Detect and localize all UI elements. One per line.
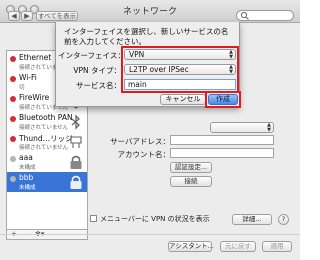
apply-button[interactable]: 適用 <box>262 241 292 252</box>
vpn-type-label: VPN タイプ： <box>73 66 121 75</box>
revert-button[interactable]: 元に戻す <box>220 241 256 252</box>
sheet-message: インターフェイスを選択し、新しいサービスの名前を入力してください。 <box>64 27 229 46</box>
annotation-highlight-create <box>205 91 241 108</box>
status-dot <box>10 96 16 102</box>
connect-button[interactable]: 接続 <box>170 176 212 187</box>
forward-button[interactable]: ▶ <box>21 11 33 21</box>
service-name: aaa <box>19 153 33 162</box>
status-dot <box>10 156 16 162</box>
cancel-button[interactable]: キャンセル <box>160 94 206 105</box>
account-name-field[interactable] <box>170 148 274 158</box>
service-status: 未構成 <box>19 165 36 171</box>
authentication-settings-button[interactable]: 認証設定... <box>170 162 212 173</box>
service-item-aaa[interactable]: aaa 未構成 <box>7 152 87 172</box>
interface-label: インターフェイス： <box>58 51 125 60</box>
show-all-button[interactable]: すべてを表示 <box>36 11 78 21</box>
status-dot <box>10 176 16 182</box>
bottom-separator <box>0 234 300 235</box>
annotation-highlight-fields <box>121 46 239 93</box>
show-vpn-menubar-checkbox[interactable] <box>90 215 97 222</box>
account-name-label: アカウント名： <box>117 150 171 159</box>
service-item-bluetooth-pan[interactable]: Bluetooth PAN 接続されていません <box>7 112 87 132</box>
search-icon <box>240 11 249 20</box>
search-input[interactable] <box>236 10 294 21</box>
service-list-toolbar: + – ✻▾ <box>6 230 88 240</box>
service-status: 未構成 <box>19 185 36 191</box>
service-name: Bluetooth PAN <box>19 113 73 122</box>
service-status: 接続されていません <box>19 145 69 151</box>
vpn-lock-icon <box>70 155 82 169</box>
server-address-label: サーバアドレス： <box>110 137 170 146</box>
bluetooth-icon <box>71 114 80 130</box>
back-button[interactable]: ◀ <box>8 11 20 21</box>
new-service-sheet: インターフェイスを選択し、新しいサービスの名前を入力してください。 インターフェ… <box>55 22 241 108</box>
popup-arrows-icon: ▲ ▼ <box>267 122 271 133</box>
status-dot <box>10 116 16 122</box>
vpn-lock-icon <box>70 175 82 189</box>
service-name: Wi-Fi <box>19 73 37 82</box>
configuration-popup[interactable]: ▲ ▼ <box>210 122 274 133</box>
service-status: 切 <box>19 85 25 91</box>
thunderbolt-icon <box>70 136 82 148</box>
service-name: Ethernet <box>19 53 52 62</box>
help-button[interactable]: ? <box>278 214 289 225</box>
advanced-button[interactable]: 詳細... <box>232 214 272 225</box>
network-preferences-window: ネットワーク ◀ ▶ すべてを表示 Ethernet 接続されていません Wi-… <box>0 0 300 260</box>
assistant-button[interactable]: アシスタント... <box>168 241 214 252</box>
service-status: 接続されていません <box>19 125 69 131</box>
service-item-thunderbolt-bridge[interactable]: Thund…リッジ 接続されていません <box>7 132 87 152</box>
server-address-field[interactable] <box>170 135 274 145</box>
service-item-bbb[interactable]: bbb 未構成 <box>7 172 87 192</box>
status-dot <box>10 76 16 82</box>
service-name: bbb <box>19 173 34 182</box>
status-dot <box>10 56 16 62</box>
show-vpn-menubar-label: メニューバーに VPN の状況を表示 <box>100 215 210 223</box>
status-dot <box>10 136 16 142</box>
service-name: FireWire <box>19 93 50 102</box>
service-name-label: サービス名： <box>76 81 121 90</box>
